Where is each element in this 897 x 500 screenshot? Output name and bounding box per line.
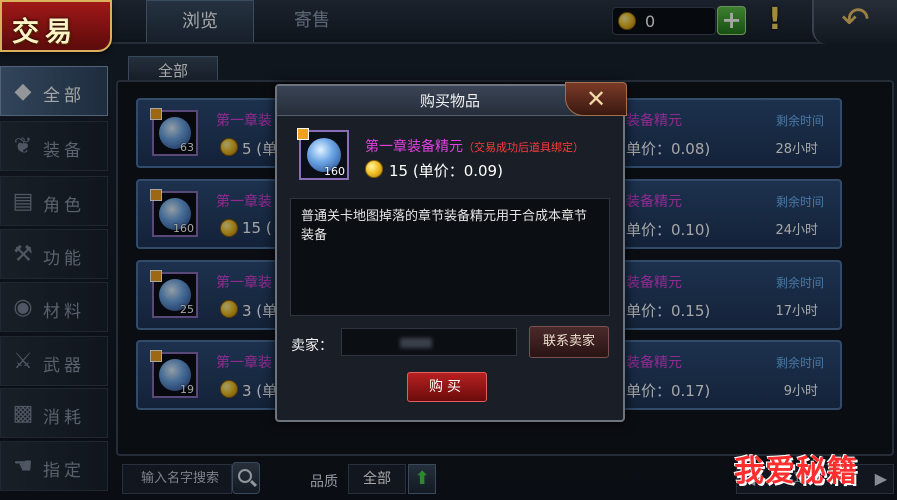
bind-note: （交易成功后道具绑定） [463, 141, 584, 154]
item-thumbnail: 160 [297, 128, 349, 180]
item-quantity: 160 [324, 165, 345, 178]
dialog-item-price: 15 (单价：0.09) [389, 162, 503, 180]
bound-tag-icon [297, 128, 309, 140]
contact-seller-button[interactable]: 联系卖家 [529, 326, 609, 358]
trade-logo: 交易 [0, 0, 112, 52]
dialog-item-name: 第一章装备精元（交易成功后道具绑定） [365, 136, 584, 156]
seller-label: 卖家： [291, 338, 333, 354]
logo-text: 交易 [12, 17, 78, 48]
trade-screen: 交易 浏览 寄售 0 + ! ↶ ◆ 全部 ❦ 装备 ▤ 角色 ⚒ 功能 ◉ 材… [0, 0, 897, 500]
blurred-seller-name [400, 338, 432, 348]
buy-button[interactable]: 购买 [407, 372, 487, 402]
coin-icon [365, 160, 383, 178]
watermark-logo: 我爱秘籍 [734, 454, 858, 489]
item-description: 普通关卡地图掉落的章节装备精元用于合成本章节装备 [290, 198, 610, 316]
close-icon: ✕ [585, 85, 607, 113]
purchase-dialog: 购买物品 ✕ 160 第一章装备精元（交易成功后道具绑定） 15 (单价：0.0… [275, 82, 627, 422]
close-button[interactable]: ✕ [565, 82, 627, 116]
item-name-text: 第一章装备精元 [365, 139, 463, 155]
seller-name-field [341, 328, 517, 356]
